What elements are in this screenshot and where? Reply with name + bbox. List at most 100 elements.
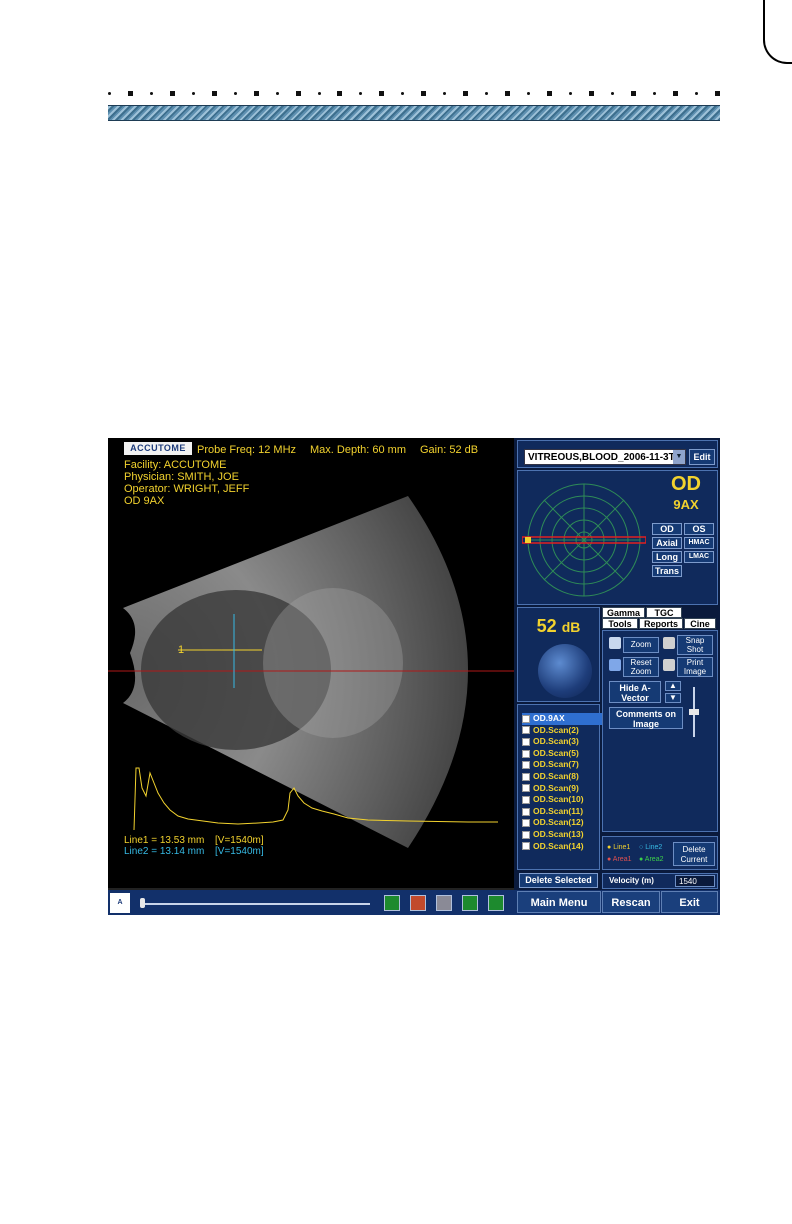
max-depth: Max. Depth: 60 mm: [310, 444, 406, 456]
scan-label: OD.Scan(9): [533, 782, 579, 793]
zoom-icon: [609, 637, 621, 649]
comments-on-image-button[interactable]: Comments on Image: [609, 707, 683, 729]
line2-measurement: Line2 = 13.14 mm: [124, 846, 205, 857]
hide-a-vector-button[interactable]: Hide A-Vector: [609, 681, 661, 703]
scan-label: OD.Scan(5): [533, 747, 579, 758]
scan-label: OD.Scan(10): [533, 794, 584, 805]
dotted-divider: [108, 88, 720, 98]
scan-label: OD.Scan(8): [533, 770, 579, 781]
lmac-button[interactable]: LMAC: [684, 551, 714, 563]
os-button[interactable]: OS: [684, 523, 714, 535]
gain-readout: Gain: 52 dB: [420, 444, 479, 456]
od-button[interactable]: OD: [652, 523, 682, 535]
gain-panel: 52 dB: [517, 607, 600, 702]
velocity-label: Velocity (m): [609, 876, 654, 885]
line1-radio[interactable]: ● Line1: [607, 843, 630, 853]
reset-zoom-button[interactable]: Reset Zoom: [623, 657, 659, 677]
play-icon[interactable]: [384, 895, 400, 911]
tab-reports[interactable]: Reports: [639, 618, 683, 629]
accutome-small-logo: A: [110, 893, 130, 913]
cine-scrub-track[interactable]: [142, 903, 370, 905]
line2-radio[interactable]: ○ Line2: [639, 843, 662, 853]
scan-label: OD.Scan(3): [533, 736, 579, 747]
arrow-down-icon[interactable]: ▼: [665, 693, 681, 703]
step-back-icon[interactable]: [462, 895, 478, 911]
rescan-button[interactable]: Rescan: [602, 891, 660, 913]
scan-checkbox[interactable]: [522, 819, 530, 828]
eye-view: 9AX: [673, 497, 699, 512]
scan-checkbox[interactable]: [522, 784, 530, 793]
tools-panel: Zoom Snap Shot Reset Zoom Print Image Hi…: [602, 630, 718, 832]
edit-button[interactable]: Edit: [689, 449, 715, 465]
polar-orientation-chart[interactable]: [522, 477, 646, 601]
reset-zoom-icon: [609, 659, 621, 671]
tab-tgc[interactable]: TGC: [646, 607, 682, 618]
step-forward-icon[interactable]: [488, 895, 504, 911]
probe-frequency: Probe Freq: 12 MHz: [197, 444, 297, 456]
cine-scrub-thumb[interactable]: [140, 898, 145, 908]
page-corner-tab: [763, 0, 792, 64]
accutome-logo: ACCUTOME: [124, 442, 192, 455]
view-label: OD 9AX: [124, 495, 165, 507]
scan-label: OD.Scan(14): [533, 840, 584, 851]
scan-checkbox[interactable]: [522, 726, 530, 735]
scan-label: OD.9AX: [533, 713, 565, 723]
exit-button[interactable]: Exit: [661, 891, 718, 913]
arrow-up-icon[interactable]: ▲: [665, 681, 681, 691]
printer-icon: [663, 659, 675, 671]
scan-label: OD.Scan(7): [533, 759, 579, 770]
measurement-panel: ● Line1 ○ Line2 ● Area1 ● Area2 Delete C…: [602, 836, 718, 870]
diagnosis-select[interactable]: VITREOUS,BLOOD_2006-11-3T8 ▼: [524, 449, 686, 465]
scan-checkbox[interactable]: [522, 830, 530, 839]
record-icon[interactable]: [410, 895, 426, 911]
trans-button[interactable]: Trans: [652, 565, 682, 577]
pause-icon[interactable]: [436, 895, 452, 911]
scan-checkbox[interactable]: [522, 749, 530, 758]
zoom-button[interactable]: Zoom: [623, 637, 659, 653]
long-button[interactable]: Long: [652, 551, 682, 563]
area1-radio[interactable]: ● Area1: [607, 855, 631, 865]
hmac-button[interactable]: HMAC: [684, 537, 714, 549]
b-scan-image-pane[interactable]: ACCUTOME Probe Freq: 12 MHz Max. Depth: …: [108, 438, 514, 890]
b-scan-fan-image: [108, 496, 514, 890]
velocity-panel: Velocity (m) 1540: [602, 873, 718, 889]
delete-current-button[interactable]: Delete Current: [673, 842, 715, 866]
tab-cine[interactable]: Cine: [684, 618, 716, 629]
scan-checkbox[interactable]: [522, 772, 530, 781]
facility-label: Facility: ACCUTOME: [124, 459, 227, 471]
print-image-button[interactable]: Print Image: [677, 657, 713, 677]
tab-gamma[interactable]: Gamma: [602, 607, 645, 618]
diagnosis-panel: VITREOUS,BLOOD_2006-11-3T8 ▼ Edit: [517, 440, 718, 468]
line2-velocity: [V=1540m]: [215, 846, 264, 857]
scan-checkbox[interactable]: [522, 714, 530, 723]
scan-checkbox[interactable]: [522, 842, 530, 851]
diagnosis-selected-value: VITREOUS,BLOOD_2006-11-3T8: [528, 452, 681, 463]
gain-value: 52 dB: [536, 616, 581, 636]
chevron-down-icon[interactable]: ▼: [673, 450, 685, 464]
scan-label: OD.Scan(2): [533, 724, 579, 735]
velocity-input[interactable]: 1540: [675, 875, 715, 887]
scan-checkbox[interactable]: [522, 761, 530, 770]
ultrasound-app-window: ACCUTOME Probe Freq: 12 MHz Max. Depth: …: [108, 438, 720, 915]
eye-side: OD: [671, 473, 701, 495]
camera-icon: [663, 637, 675, 649]
gain-knob[interactable]: [538, 644, 592, 698]
scan-label: OD.Scan(13): [533, 828, 584, 839]
axial-button[interactable]: Axial: [652, 537, 682, 549]
header-banner: [108, 105, 720, 121]
scan-list-panel: OD.9AX OD.Scan(2) OD.Scan(3) OD.Scan(5) OD.S…: [517, 704, 615, 870]
snap-shot-button[interactable]: Snap Shot: [677, 635, 713, 655]
scan-checkbox[interactable]: [522, 737, 530, 746]
measure-marker: 1: [178, 644, 185, 656]
scan-checkbox[interactable]: [522, 807, 530, 816]
tab-tools[interactable]: Tools: [602, 618, 638, 629]
scan-checkbox[interactable]: [522, 795, 530, 804]
delete-selected-button[interactable]: Delete Selected: [519, 873, 598, 888]
gamma-slider-thumb[interactable]: [689, 709, 699, 715]
scan-label: OD.Scan(12): [533, 817, 584, 828]
scan-label: OD.Scan(11): [533, 805, 584, 816]
operator-label: Operator: WRIGHT, JEFF: [124, 483, 250, 495]
area2-radio[interactable]: ● Area2: [639, 855, 663, 865]
probe-orientation-panel: OD 9AX OD OS Axial HMAC Long LMAC Trans: [517, 470, 718, 605]
main-menu-button[interactable]: Main Menu: [517, 891, 601, 913]
